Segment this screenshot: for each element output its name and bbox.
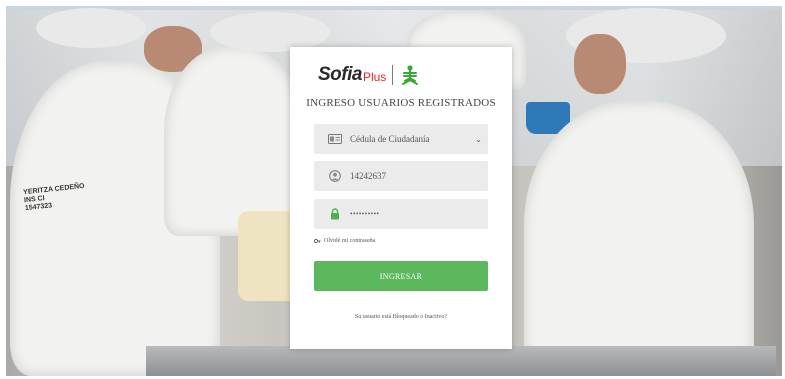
username-field[interactable]: 14242637 (314, 161, 488, 191)
forgot-password-link[interactable]: Olvidé mi contraseña (314, 238, 375, 244)
id-card-icon (328, 134, 342, 144)
password-value: •••••••••• (350, 210, 380, 218)
blocked-user-link[interactable]: Su usuario está Bloqueado o Inactivo? (290, 314, 512, 320)
login-button[interactable]: INGRESAR (314, 261, 488, 291)
username-value: 14242637 (350, 171, 386, 181)
logo-plus: Plus (362, 69, 387, 84)
password-field[interactable]: •••••••••• (314, 199, 488, 229)
lock-icon (328, 208, 342, 220)
key-icon (314, 238, 321, 244)
user-icon (328, 170, 342, 182)
chevron-down-icon: ⌄ (475, 134, 482, 144)
dough (238, 211, 298, 301)
sena-logo-icon (402, 65, 419, 85)
person-center-left (164, 46, 304, 236)
forgot-password-label: Olvidé mi contraseña (324, 238, 376, 244)
document-type-value: Cédula de Ciudadanía (350, 134, 430, 144)
steel-counter (146, 346, 776, 376)
login-title: INGRESO USUARIOS REGISTRADOS (306, 97, 496, 109)
login-panel: Sofia Plus INGRESO USUARIOS REGISTRADOS … (290, 47, 512, 349)
logo-name: Sofia (318, 64, 362, 85)
sofia-plus-logo: Sofia Plus (318, 62, 488, 88)
document-type-select[interactable]: Cédula de Ciudadanía ⌄ (314, 124, 488, 154)
person-right (524, 101, 754, 376)
